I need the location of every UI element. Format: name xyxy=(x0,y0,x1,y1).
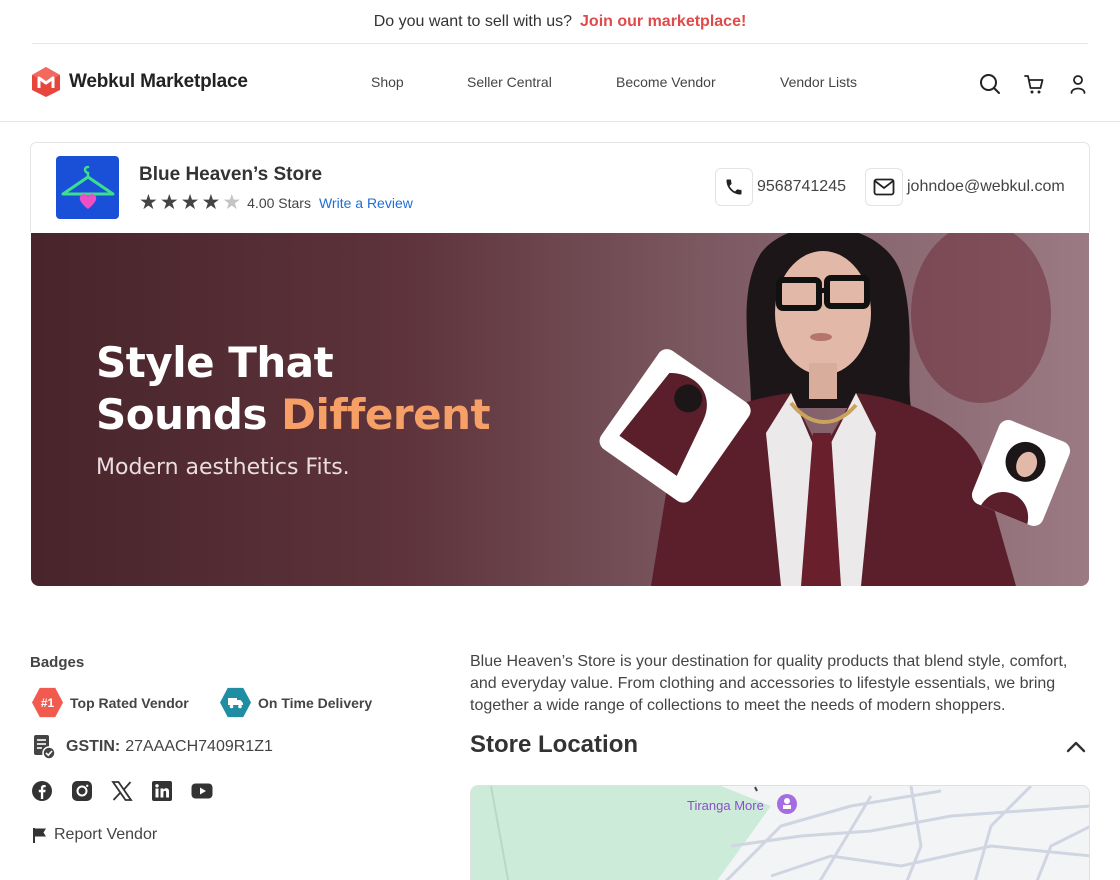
document-check-icon xyxy=(34,735,56,760)
x-icon[interactable] xyxy=(111,780,133,802)
promo-bar: Do you want to sell with us? Join our ma… xyxy=(32,0,1088,44)
banner-headline: Style That Sounds Different xyxy=(96,337,491,441)
rating-text: 4.00 Stars xyxy=(247,195,311,211)
banner-headline-line1: Style That xyxy=(96,338,334,387)
star-icon: ★ xyxy=(159,191,179,214)
phone-icon[interactable] xyxy=(715,168,753,206)
nav-seller-central[interactable]: Seller Central xyxy=(467,74,552,90)
join-marketplace-link[interactable]: Join our marketplace! xyxy=(580,13,746,31)
flag-icon xyxy=(33,827,46,843)
nav-become-vendor[interactable]: Become Vendor xyxy=(616,74,716,90)
hanger-heart-icon xyxy=(61,165,114,209)
store-banner: Style That Sounds Different Modern aesth… xyxy=(31,233,1089,586)
map-place-label: Tiranga More xyxy=(687,798,764,813)
badge-top-rated: #1 Top Rated Vendor xyxy=(32,687,189,718)
report-vendor-link[interactable]: Report Vendor xyxy=(32,826,157,844)
store-location-map[interactable]: Tiranga More xyxy=(470,785,1090,880)
cart-icon[interactable] xyxy=(1022,72,1046,96)
store-phone[interactable]: 9568741245 xyxy=(757,178,846,196)
badge-on-time-delivery: On Time Delivery xyxy=(220,687,372,718)
brand-logo[interactable]: Webkul Marketplace xyxy=(31,66,248,98)
gstin-label: GSTIN: xyxy=(66,738,121,755)
store-logo xyxy=(56,156,119,219)
map-pin-icon xyxy=(777,794,797,814)
mail-icon[interactable] xyxy=(865,168,903,206)
store-header-card: Blue Heaven’s Store ★★★★★ 4.00 Stars Wri… xyxy=(30,142,1090,232)
webkul-logo-icon xyxy=(32,67,60,97)
site-header: Webkul Marketplace Shop Seller Central B… xyxy=(0,45,1120,122)
banner-subtitle: Modern aesthetics Fits. xyxy=(96,455,350,480)
report-vendor-label: Report Vendor xyxy=(54,826,158,843)
gstin-value: 27AAACH7409R1Z1 xyxy=(125,738,273,755)
nav-shop[interactable]: Shop xyxy=(371,74,404,90)
store-rating: ★★★★★ 4.00 Stars Write a Review xyxy=(139,191,413,214)
badge-number: #1 xyxy=(40,695,55,710)
banner-headline-accent: Different xyxy=(281,390,491,439)
star-icon: ★ xyxy=(139,191,158,214)
rating-stars: ★★★★★ xyxy=(139,191,243,214)
badges-heading: Badges xyxy=(30,654,85,671)
badge-label-top-rated: Top Rated Vendor xyxy=(70,694,189,711)
youtube-icon[interactable] xyxy=(191,780,213,802)
map-tiles xyxy=(471,786,1089,880)
star-icon: ★ xyxy=(222,191,242,214)
chevron-up-icon[interactable] xyxy=(1064,736,1088,756)
search-icon[interactable] xyxy=(978,72,1002,96)
badge-label-on-time: On Time Delivery xyxy=(258,694,373,711)
store-name: Blue Heaven’s Store xyxy=(139,164,323,185)
gstin-row: GSTIN: 27AAACH7409R1Z1 xyxy=(32,734,273,760)
banner-headline-line2: Sounds Different xyxy=(96,389,491,441)
write-review-link[interactable]: Write a Review xyxy=(319,195,413,211)
banner-headline-plain: Sounds xyxy=(96,390,282,439)
instagram-icon[interactable] xyxy=(71,780,93,802)
facebook-icon[interactable] xyxy=(31,780,53,802)
top-rated-badge-icon: #1 xyxy=(32,687,63,718)
delivery-truck-icon xyxy=(220,687,251,718)
store-email[interactable]: johndoe@webkul.com xyxy=(907,178,1065,196)
brand-name: Webkul Marketplace xyxy=(69,71,248,92)
nav-vendor-lists[interactable]: Vendor Lists xyxy=(780,74,857,90)
linkedin-icon[interactable] xyxy=(151,780,173,802)
user-icon[interactable] xyxy=(1066,72,1090,96)
store-description: Blue Heaven’s Store is your destination … xyxy=(470,653,1068,714)
star-icon: ★ xyxy=(201,191,221,214)
star-icon: ★ xyxy=(180,191,200,214)
promo-text: Do you want to sell with us? xyxy=(373,12,573,30)
store-location-heading: Store Location xyxy=(470,731,639,758)
